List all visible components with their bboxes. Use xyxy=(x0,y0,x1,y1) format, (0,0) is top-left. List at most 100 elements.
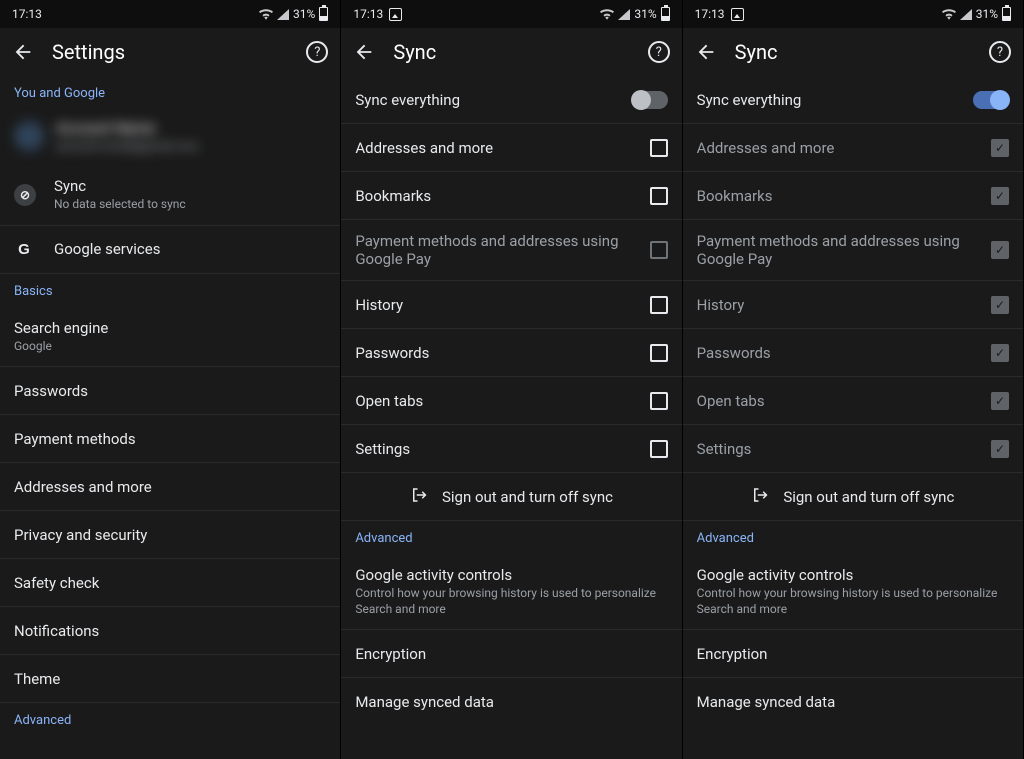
app-bar: Sync ? xyxy=(341,28,681,76)
bookmarks-row[interactable]: Bookmarks xyxy=(341,172,681,220)
account-row[interactable]: Account Name account.email@gmail.com xyxy=(0,109,340,165)
wifi-icon xyxy=(259,9,273,20)
search-engine-row[interactable]: Search engine Google xyxy=(0,307,340,368)
bookmarks-checkbox: ✓ xyxy=(991,187,1009,205)
sync-everything-toggle[interactable] xyxy=(973,91,1009,109)
back-icon[interactable] xyxy=(695,41,717,63)
history-checkbox[interactable] xyxy=(650,296,668,314)
encryption-row[interactable]: Encryption xyxy=(683,630,1023,678)
open-tabs-row[interactable]: Open tabs xyxy=(341,377,681,425)
passwords-label: Passwords xyxy=(355,344,649,362)
battery-icon xyxy=(1002,7,1011,21)
manage-label: Manage synced data xyxy=(697,693,1009,711)
sign-out-icon xyxy=(751,486,769,508)
addresses-row[interactable]: Addresses and more xyxy=(341,124,681,172)
theme-row[interactable]: Theme xyxy=(0,655,340,703)
passwords-label: Passwords xyxy=(697,344,991,362)
sign-out-row[interactable]: Sign out and turn off sync xyxy=(683,473,1023,521)
help-icon[interactable]: ? xyxy=(648,41,670,63)
history-checkbox: ✓ xyxy=(991,296,1009,314)
app-bar: Settings ? xyxy=(0,28,340,76)
status-time: 17:13 xyxy=(695,7,725,21)
manage-row[interactable]: Manage synced data xyxy=(683,678,1023,726)
sign-out-icon xyxy=(410,486,428,508)
battery-pct: 31% xyxy=(976,7,998,21)
back-icon[interactable] xyxy=(353,41,375,63)
status-bar: 17:13 31% xyxy=(341,0,681,28)
page-title: Sync xyxy=(735,40,971,64)
payment-methods-row[interactable]: Payment methods xyxy=(0,415,340,463)
settings-checkbox[interactable] xyxy=(650,440,668,458)
payment-methods-label: Payment methods xyxy=(14,430,326,448)
sign-out-row[interactable]: Sign out and turn off sync xyxy=(341,473,681,521)
section-advanced: Advanced xyxy=(683,521,1023,554)
notifications-row[interactable]: Notifications xyxy=(0,607,340,655)
open-tabs-checkbox: ✓ xyxy=(991,392,1009,410)
page-title: Sync xyxy=(393,40,629,64)
settings-row[interactable]: Settings xyxy=(341,425,681,473)
battery-pct: 31% xyxy=(293,7,315,21)
sync-title: Sync xyxy=(54,177,326,195)
gallery-icon xyxy=(389,8,402,21)
panel-sync-on: 17:13 31% Sync ? Sync everything Address… xyxy=(683,0,1024,759)
signal-icon xyxy=(960,9,972,20)
bookmarks-checkbox[interactable] xyxy=(650,187,668,205)
addresses-row[interactable]: Addresses and more xyxy=(0,463,340,511)
gpay-checkbox xyxy=(650,241,668,259)
passwords-checkbox: ✓ xyxy=(991,344,1009,362)
history-label: History xyxy=(355,296,649,314)
history-row: History ✓ xyxy=(683,281,1023,329)
notifications-label: Notifications xyxy=(14,622,326,640)
privacy-row[interactable]: Privacy and security xyxy=(0,511,340,559)
account-email: account.email@gmail.com xyxy=(56,139,199,153)
manage-row[interactable]: Manage synced data xyxy=(341,678,681,726)
open-tabs-checkbox[interactable] xyxy=(650,392,668,410)
activity-title: Google activity controls xyxy=(355,566,667,584)
status-time: 17:13 xyxy=(353,7,383,21)
google-services-row[interactable]: G Google services xyxy=(0,226,340,274)
passwords-row[interactable]: Passwords xyxy=(0,367,340,415)
status-time: 17:13 xyxy=(12,7,42,21)
settings-label: Settings xyxy=(355,440,649,458)
sync-everything-toggle[interactable] xyxy=(632,91,668,109)
panel-sync-off: 17:13 31% Sync ? Sync everything Address… xyxy=(341,0,682,759)
encryption-row[interactable]: Encryption xyxy=(341,630,681,678)
sync-everything-label: Sync everything xyxy=(697,91,973,109)
settings-row: Settings ✓ xyxy=(683,425,1023,473)
addresses-label: Addresses and more xyxy=(697,139,991,157)
gpay-checkbox: ✓ xyxy=(991,241,1009,259)
battery-icon xyxy=(319,7,328,21)
history-row[interactable]: History xyxy=(341,281,681,329)
signal-icon xyxy=(277,9,289,20)
safety-label: Safety check xyxy=(14,574,326,592)
activity-title: Google activity controls xyxy=(697,566,1009,584)
addresses-checkbox[interactable] xyxy=(650,139,668,157)
theme-label: Theme xyxy=(14,670,326,688)
settings-checkbox: ✓ xyxy=(991,440,1009,458)
activity-row[interactable]: Google activity controls Control how you… xyxy=(683,554,1023,630)
gpay-row: Payment methods and addresses using Goog… xyxy=(341,220,681,281)
sync-sub: No data selected to sync xyxy=(54,197,326,213)
gpay-label: Payment methods and addresses using Goog… xyxy=(355,232,649,268)
section-basics: Basics xyxy=(0,274,340,307)
activity-row[interactable]: Google activity controls Control how you… xyxy=(341,554,681,630)
activity-sub: Control how your browsing history is use… xyxy=(697,586,1009,617)
sync-row[interactable]: ⊘ Sync No data selected to sync xyxy=(0,165,340,226)
safety-row[interactable]: Safety check xyxy=(0,559,340,607)
bookmarks-label: Bookmarks xyxy=(355,187,649,205)
manage-label: Manage synced data xyxy=(355,693,667,711)
help-icon[interactable]: ? xyxy=(306,41,328,63)
sync-everything-row[interactable]: Sync everything xyxy=(341,76,681,124)
page-title: Settings xyxy=(52,40,288,64)
sign-out-label: Sign out and turn off sync xyxy=(442,488,613,506)
help-icon[interactable]: ? xyxy=(989,41,1011,63)
passwords-row[interactable]: Passwords xyxy=(341,329,681,377)
back-icon[interactable] xyxy=(12,41,34,63)
sync-everything-row[interactable]: Sync everything xyxy=(683,76,1023,124)
avatar xyxy=(14,121,44,151)
app-bar: Sync ? xyxy=(683,28,1023,76)
passwords-checkbox[interactable] xyxy=(650,344,668,362)
encryption-label: Encryption xyxy=(355,645,667,663)
signal-icon xyxy=(618,9,630,20)
google-services-label: Google services xyxy=(54,240,326,258)
